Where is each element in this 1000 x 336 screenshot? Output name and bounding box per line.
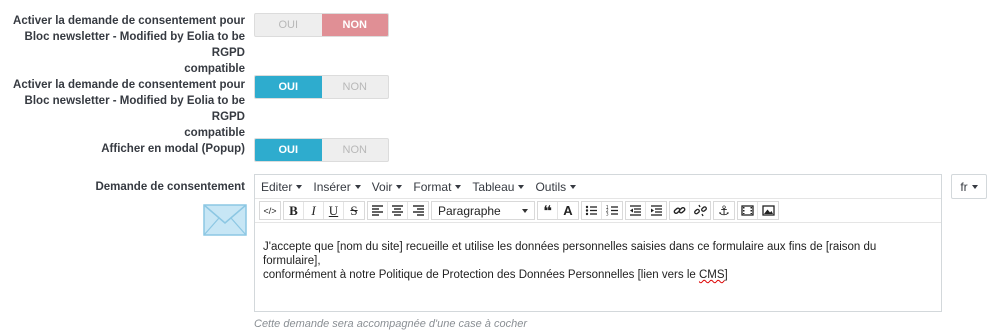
chevron-down-icon <box>518 184 525 189</box>
bold-icon[interactable]: B <box>284 202 304 219</box>
chevron-down-icon <box>455 184 462 189</box>
underline-icon[interactable]: U <box>324 202 344 219</box>
chevron-down-icon <box>971 184 978 189</box>
italic-icon[interactable]: I <box>304 202 324 219</box>
newsletter-consent-toggle-2[interactable]: OUI NON <box>254 75 389 99</box>
newsletter-consent-toggle-1[interactable]: OUI NON <box>254 13 389 37</box>
menu-edit[interactable]: Editer <box>261 180 303 194</box>
editor-content-area[interactable]: J'accepte que [nom du site] recueille et… <box>255 223 941 282</box>
source-code-icon[interactable]: </> <box>260 202 280 219</box>
menu-view[interactable]: Voir <box>372 180 403 194</box>
chevron-down-icon <box>296 184 303 189</box>
toggle-no-option[interactable]: NON <box>322 139 389 161</box>
toggle-yes-option[interactable]: OUI <box>255 14 322 36</box>
chevron-down-icon <box>396 184 403 189</box>
envelope-icon <box>203 204 247 236</box>
align-right-icon[interactable] <box>408 202 428 219</box>
svg-text:3: 3 <box>606 212 609 217</box>
toggle-yes-option[interactable]: OUI <box>255 76 322 98</box>
strikethrough-icon[interactable]: S <box>344 202 364 219</box>
numbered-list-icon[interactable]: 123 <box>602 202 622 219</box>
editor-toolbar: </> B I U S Paragraphe ❝ A 123 ⚓ <box>255 199 941 223</box>
editor-menubar: Editer Insérer Voir Format Tableau Outil… <box>255 175 941 199</box>
bullet-list-icon[interactable] <box>582 202 602 219</box>
menu-format[interactable]: Format <box>413 180 462 194</box>
media-icon[interactable] <box>738 202 758 219</box>
chevron-down-icon <box>570 184 577 189</box>
newsletter-consent-label-1: Activer la demande de consentement pour … <box>13 15 245 75</box>
modal-popup-toggle[interactable]: OUI NON <box>254 138 389 162</box>
newsletter-consent-label-2: Activer la demande de consentement pour … <box>13 79 245 139</box>
menu-insert[interactable]: Insérer <box>313 180 361 194</box>
consent-rich-text-editor[interactable]: Editer Insérer Voir Format Tableau Outil… <box>254 174 942 312</box>
outdent-icon[interactable] <box>626 202 646 219</box>
text-color-icon[interactable]: A <box>558 202 578 219</box>
unlink-icon[interactable] <box>690 202 710 219</box>
language-dropdown[interactable]: fr <box>951 174 987 199</box>
link-icon[interactable] <box>670 202 690 219</box>
anchor-icon[interactable]: ⚓ <box>714 202 734 219</box>
align-center-icon[interactable] <box>388 202 408 219</box>
toggle-yes-option[interactable]: OUI <box>255 139 322 161</box>
consent-request-label: Demande de consentement <box>95 181 245 193</box>
menu-tools[interactable]: Outils <box>535 180 577 194</box>
toggle-no-option[interactable]: NON <box>321 14 388 36</box>
consent-help-text: Cette demande sera accompagnée d'une cas… <box>254 318 527 330</box>
paragraph-format-select[interactable]: Paragraphe <box>432 202 534 219</box>
image-icon[interactable] <box>758 202 778 219</box>
blockquote-icon[interactable]: ❝ <box>538 202 558 220</box>
indent-icon[interactable] <box>646 202 666 219</box>
toggle-no-option[interactable]: NON <box>322 76 389 98</box>
chevron-down-icon <box>522 208 528 213</box>
align-left-icon[interactable] <box>368 202 388 219</box>
menu-table[interactable]: Tableau <box>472 180 525 194</box>
chevron-down-icon <box>354 184 361 189</box>
modal-popup-label: Afficher en modal (Popup) <box>101 143 245 155</box>
